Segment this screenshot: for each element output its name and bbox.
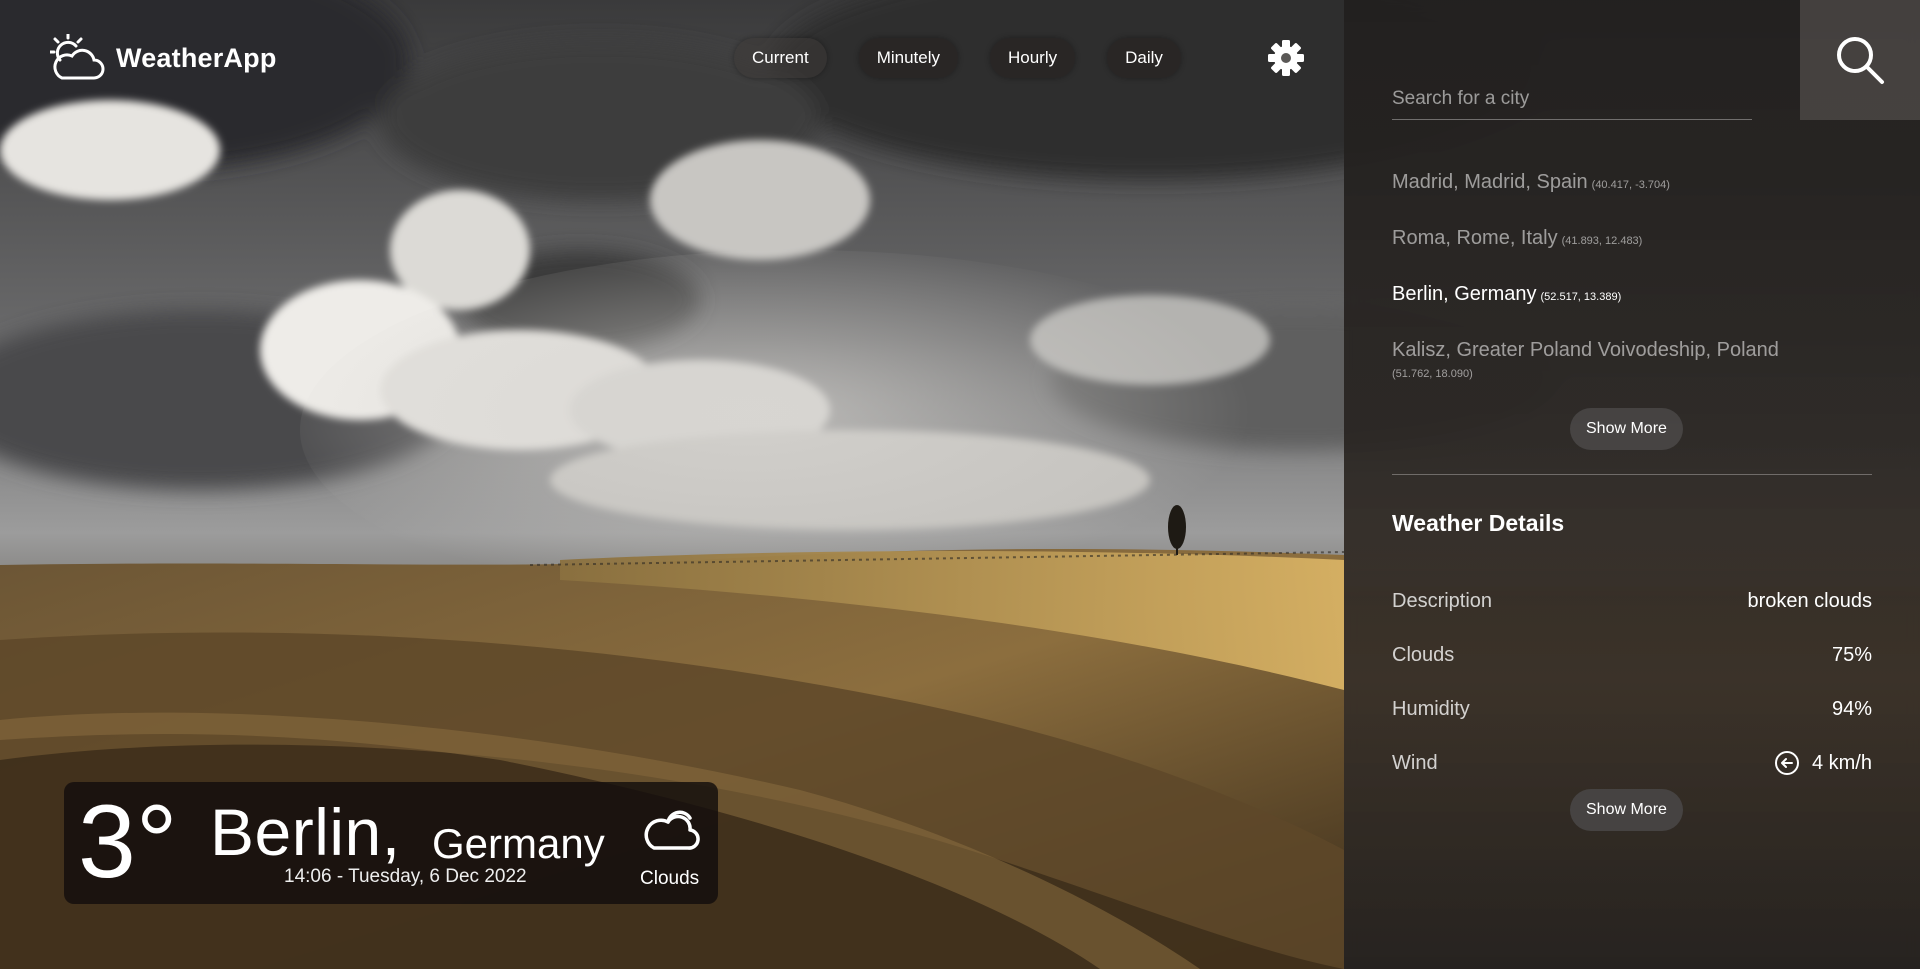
city-name: Berlin, Germany — [1392, 283, 1537, 305]
tab-daily[interactable]: Daily — [1107, 38, 1181, 78]
detail-row-clouds: Clouds 75% — [1392, 628, 1872, 682]
current-condition: Clouds — [640, 868, 700, 889]
search-button[interactable] — [1800, 0, 1920, 120]
sun-cloud-logo-icon — [50, 34, 105, 80]
city-item-madrid[interactable]: Madrid, Madrid, Spain (40.417, -3.704) — [1392, 168, 1872, 199]
city-name: Kalisz, Greater Poland Voivodeship, Pola… — [1392, 339, 1779, 361]
app-name: WeatherApp — [116, 42, 277, 73]
city-name: Madrid, Madrid, Spain — [1392, 171, 1588, 193]
settings-gear-icon[interactable] — [1266, 38, 1306, 78]
recent-cities-list: Madrid, Madrid, Spain (40.417, -3.704) Ro… — [1392, 168, 1872, 407]
current-weather-card: 3° Berlin, Germany 14:06 - Tuesday, 6 De… — [64, 782, 718, 904]
detail-value-wrap: 4 km/h — [1774, 750, 1872, 776]
city-coords: (41.893, 12.483) — [1561, 235, 1643, 247]
city-item-berlin[interactable]: Berlin, Germany (52.517, 13.389) — [1392, 280, 1872, 311]
side-panel: Madrid, Madrid, Spain(40.417, -3.704) Ro… — [1344, 0, 1920, 969]
city-coords: (40.417, -3.704) — [1591, 179, 1670, 191]
show-more-cities-button[interactable]: Show More — [1570, 408, 1683, 450]
city-item-roma[interactable]: Roma, Rome, Italy (41.893, 12.483) — [1392, 224, 1872, 255]
cloud-icon — [644, 810, 700, 850]
city-item-kalisz[interactable]: Kalisz, Greater Poland Voivodeship, Pola… — [1392, 336, 1872, 382]
detail-value: 75% — [1831, 643, 1872, 666]
show-more-details-button[interactable]: Show More — [1570, 789, 1683, 831]
detail-value: broken clouds — [1747, 589, 1872, 612]
detail-label: Humidity — [1392, 697, 1470, 720]
detail-label: Clouds — [1392, 643, 1455, 666]
current-city: Berlin, — [210, 795, 401, 869]
detail-label: Description — [1392, 589, 1493, 612]
current-temperature: 3° — [78, 784, 178, 900]
tab-minutely[interactable]: Minutely — [858, 38, 958, 78]
city-name: Roma, Rome, Italy — [1392, 227, 1558, 249]
current-datetime: 14:06 - Tuesday, 6 Dec 2022 — [284, 866, 527, 887]
detail-row-humidity: Humidity 94% — [1392, 682, 1872, 736]
detail-value: 94% — [1831, 697, 1872, 720]
divider — [1392, 474, 1872, 475]
city-search-input[interactable] — [1392, 78, 1752, 120]
wind-direction-arrow-icon — [1774, 751, 1799, 775]
tab-hourly[interactable]: Hourly — [990, 38, 1076, 78]
detail-row-wind: Wind 4 km/h — [1392, 736, 1872, 790]
weather-details-title: Weather Details — [1392, 510, 1565, 536]
tab-current[interactable]: Current — [734, 38, 827, 78]
weather-details-list: Description broken clouds Clouds 75% Hum… — [1392, 574, 1872, 790]
detail-row-description: Description broken clouds — [1392, 574, 1872, 628]
city-coords: (52.517, 13.389) — [1540, 291, 1622, 303]
search-icon — [1837, 37, 1884, 84]
city-coords: (51.762, 18.090) — [1392, 368, 1473, 380]
detail-value: 4 km/h — [1811, 751, 1872, 774]
app-brand[interactable]: WeatherApp — [50, 34, 277, 82]
current-country: Germany — [432, 820, 605, 867]
view-tabs: Current Minutely Hourly Daily — [734, 38, 1181, 78]
detail-label: Wind — [1392, 751, 1438, 774]
